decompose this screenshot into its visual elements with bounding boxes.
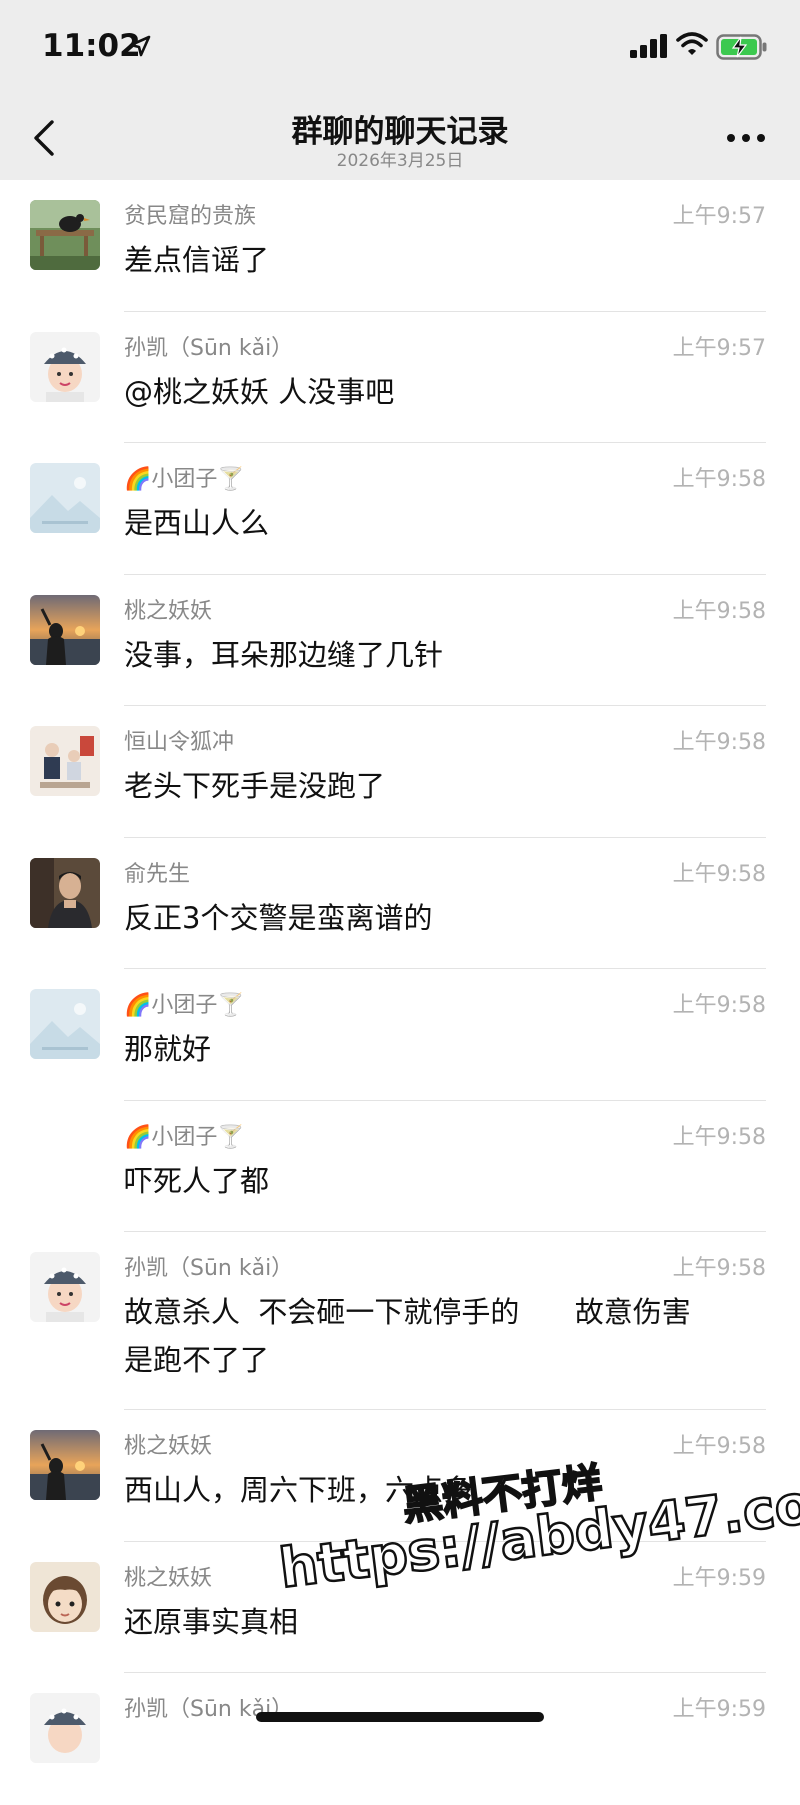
list-item[interactable]: 🌈小团子🍸 上午9:58 那就好	[0, 969, 800, 1101]
message-time: 上午9:58	[672, 1256, 766, 1281]
avatar[interactable]	[30, 463, 100, 533]
status-bar: 11:02	[0, 0, 800, 96]
message-time: 上午9:58	[672, 730, 766, 755]
page-title: 群聊的聊天记录	[291, 114, 509, 150]
wifi-icon	[676, 32, 708, 55]
list-item[interactable]: 孙凯（Sūn kǎi） 上午9:58 故意杀人 不会砸一下就停手的 故意伤害 是…	[0, 1232, 800, 1410]
list-item[interactable]: 俞先生 上午9:58 反正3个交警是蛮离谱的	[0, 838, 800, 969]
message-time: 上午9:58	[672, 1124, 766, 1150]
avatar[interactable]	[30, 1252, 100, 1322]
message-time: 上午9:59	[672, 1697, 766, 1722]
message-text: 是西山人么	[124, 506, 270, 540]
message-time: 上午9:58	[672, 598, 766, 624]
list-item[interactable]: 桃之妖妖 上午9:58 没事，耳朵那边缝了几针	[0, 575, 800, 706]
avatar[interactable]	[30, 726, 100, 796]
avatar[interactable]	[30, 989, 100, 1059]
home-indicator[interactable]	[256, 1712, 544, 1722]
message-text: 老头下死手是没跑了	[124, 769, 386, 803]
sender-name: 孙凯（Sūn kǎi）	[124, 335, 294, 361]
message-text: 吓死人了都	[124, 1163, 270, 1198]
sender-name: 孙凯（Sūn kǎi）	[124, 1256, 294, 1281]
sender-name: 🌈小团子🍸	[124, 467, 245, 492]
list-item[interactable]: 孙凯（Sūn kǎi） 上午9:57 @桃之妖妖 人没事吧	[0, 312, 800, 443]
list-item[interactable]: 孙凯（Sūn kǎi） 上午9:59	[0, 1673, 800, 1805]
message-time: 上午9:58	[672, 467, 766, 492]
battery-charging-icon	[716, 34, 767, 60]
message-time: 上午9:57	[672, 204, 766, 229]
list-item[interactable]: 贫民窟的贵族 上午9:57 差点信谣了	[0, 180, 800, 312]
message-text: 反正3个交警是蛮离谱的	[124, 900, 433, 935]
message-time: 上午9:57	[672, 335, 766, 361]
status-time: 11:02	[42, 28, 141, 64]
message-text: 那就好	[124, 1032, 212, 1066]
avatar[interactable]	[30, 1561, 100, 1632]
message-text: 没事，耳朵那边缝了几针	[124, 637, 444, 672]
sender-name: 🌈小团子🍸	[124, 993, 245, 1018]
message-time: 上午9:58	[672, 861, 766, 887]
sender-name: 🌈小团子🍸	[124, 1124, 245, 1150]
sender-name: 俞先生	[124, 861, 191, 887]
list-item[interactable]: 恒山令狐冲 上午9:58 老头下死手是没跑了	[0, 706, 800, 838]
message-text: 故意杀人 不会砸一下就停手的 故意伤害 是跑不了了	[124, 1295, 691, 1377]
more-options-icon[interactable]	[726, 132, 766, 144]
sender-name: 桃之妖妖	[124, 598, 213, 624]
sender-name: 桃之妖妖	[124, 1434, 213, 1459]
sender-name: 贫民窟的贵族	[124, 204, 257, 229]
sender-name: 桃之妖妖	[124, 1565, 213, 1591]
avatar[interactable]	[30, 200, 100, 270]
avatar[interactable]	[30, 857, 100, 928]
message-text: @桃之妖妖 人没事吧	[124, 374, 395, 409]
list-item[interactable]: 🌈小团子🍸 上午9:58 是西山人么	[0, 443, 800, 575]
list-item[interactable]: 🌈小团子🍸 上午9:58 吓死人了都	[0, 1101, 800, 1232]
sender-name: 恒山令狐冲	[124, 730, 235, 755]
location-arrow-icon	[129, 35, 151, 57]
message-time: 上午9:58	[672, 993, 766, 1018]
page-subtitle-date: 2026年3月25日	[336, 151, 464, 171]
avatar[interactable]	[30, 1430, 100, 1500]
avatar[interactable]	[30, 331, 100, 402]
message-text: 差点信谣了	[124, 243, 270, 277]
signal-icon	[630, 34, 667, 58]
avatar[interactable]	[30, 1693, 100, 1763]
nav-bar: 群聊的聊天记录 2026年3月25日	[0, 96, 800, 180]
avatar[interactable]	[30, 594, 100, 665]
